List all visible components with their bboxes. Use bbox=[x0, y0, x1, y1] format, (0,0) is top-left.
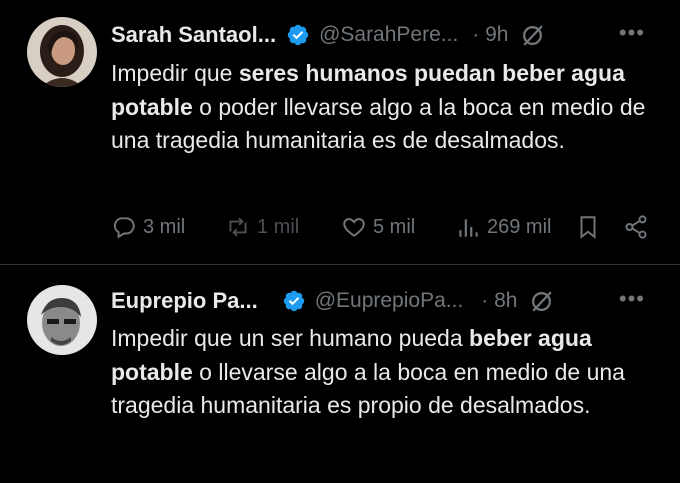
grok-icon[interactable] bbox=[529, 289, 554, 314]
author-handle[interactable]: @EuprepioPa... bbox=[315, 289, 464, 313]
views-count: 269 mil bbox=[487, 215, 552, 238]
share-button[interactable] bbox=[623, 210, 655, 244]
avatar[interactable] bbox=[27, 285, 97, 355]
like-count: 5 mil bbox=[373, 215, 416, 238]
verified-badge-icon bbox=[283, 290, 304, 312]
avatar[interactable] bbox=[27, 17, 97, 87]
tweet-text: Impedir que seres humanos puedan beber a… bbox=[111, 60, 646, 153]
divider bbox=[0, 264, 680, 265]
repost-icon bbox=[229, 217, 247, 237]
bookmark-button[interactable] bbox=[575, 210, 607, 244]
reply-button[interactable]: 3 mil bbox=[111, 210, 185, 244]
author-name[interactable]: Sarah Santaol... bbox=[111, 22, 276, 48]
tweet-time[interactable]: · 8h bbox=[481, 289, 517, 313]
share-icon bbox=[625, 215, 647, 239]
tweet-actions: 3 mil 1 mil 5 mil 269 mil bbox=[111, 210, 656, 244]
like-button[interactable]: 5 mil bbox=[341, 210, 415, 244]
more-icon[interactable]: ••• bbox=[619, 286, 645, 312]
author-handle[interactable]: @SarahPere... bbox=[319, 23, 458, 47]
tweet-time[interactable]: · 9h bbox=[472, 23, 508, 47]
more-icon[interactable]: ••• bbox=[619, 20, 645, 46]
tweet-header: Euprepio Pa... @EuprepioPa... · 8h ••• bbox=[111, 284, 671, 318]
repost-count: 1 mil bbox=[257, 215, 300, 238]
verified-badge-icon bbox=[287, 24, 309, 46]
tweet-text: Impedir que un ser humano pueda beber ag… bbox=[111, 325, 625, 418]
views-button[interactable]: 269 mil bbox=[455, 210, 551, 244]
tweet-2[interactable]: Euprepio Pa... @EuprepioPa... · 8h ••• I… bbox=[0, 266, 680, 483]
tweet-1[interactable]: Sarah Santaol... @SarahPere... · 9h ••• … bbox=[0, 0, 680, 264]
bookmark-icon bbox=[580, 216, 596, 239]
views-icon bbox=[459, 219, 478, 237]
reply-icon bbox=[114, 217, 135, 239]
author-name[interactable]: Euprepio Pa... bbox=[111, 288, 258, 314]
repost-button[interactable]: 1 mil bbox=[225, 210, 299, 244]
reply-count: 3 mil bbox=[143, 215, 186, 238]
like-icon bbox=[343, 218, 365, 237]
tweet-header: Sarah Santaol... @SarahPere... · 9h ••• bbox=[111, 18, 671, 52]
grok-icon[interactable] bbox=[520, 23, 545, 48]
